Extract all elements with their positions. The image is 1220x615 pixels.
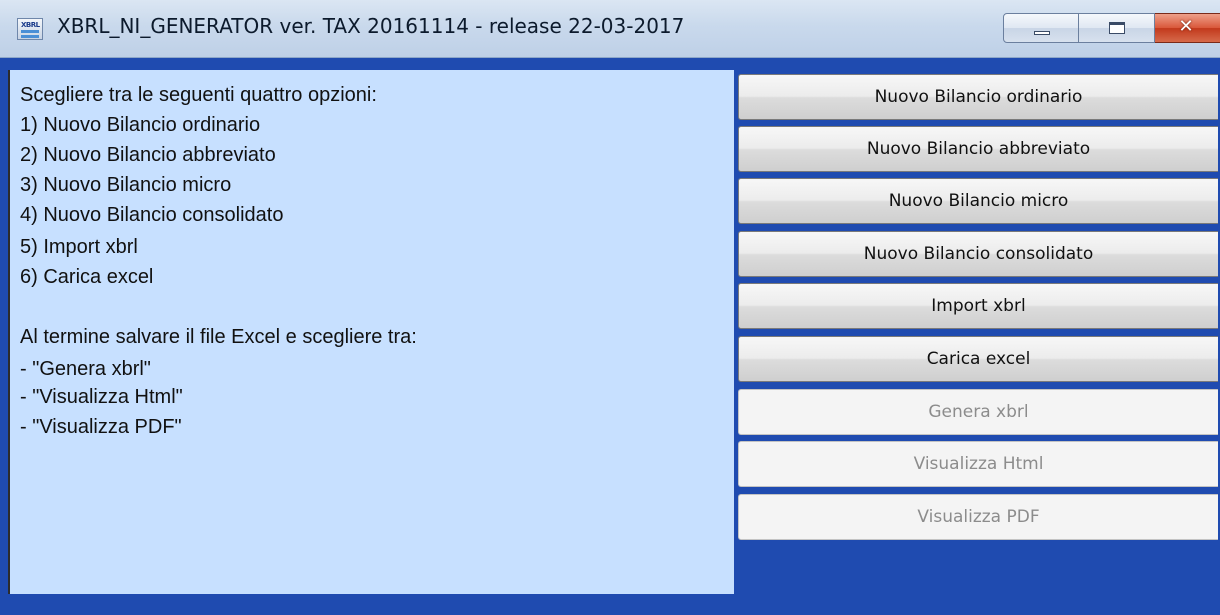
app-icon-text: XBRL [21, 21, 40, 29]
nuovo-bilancio-micro-button[interactable]: Nuovo Bilancio micro [738, 178, 1218, 224]
instructions-panel: Scegliere tra le seguenti quattro opzion… [8, 70, 734, 594]
visualizza-html-button[interactable]: Visualizza Html [738, 441, 1218, 487]
title-bar[interactable]: XBRL XBRL_NI_GENERATOR ver. TAX 20161114… [0, 0, 1220, 58]
import-xbrl-button[interactable]: Import xbrl [738, 283, 1218, 329]
instruction-final-option: - "Genera xbrl" [20, 358, 151, 380]
visualizza-pdf-button[interactable]: Visualizza PDF [738, 494, 1218, 540]
maximize-button[interactable] [1079, 13, 1155, 43]
carica-excel-button[interactable]: Carica excel [738, 336, 1218, 382]
close-icon: ✕ [1178, 16, 1194, 37]
instructions-subheading: Al termine salvare il file Excel e scegl… [20, 326, 417, 348]
app-window: XBRL XBRL_NI_GENERATOR ver. TAX 20161114… [0, 0, 1220, 615]
window-title: XBRL_NI_GENERATOR ver. TAX 20161114 - re… [57, 14, 685, 38]
instruction-option: 3) Nuovo Bilancio micro [20, 174, 232, 196]
nuovo-bilancio-consolidato-button[interactable]: Nuovo Bilancio consolidato [738, 231, 1218, 277]
app-icon-bar [21, 35, 39, 38]
instruction-option: 4) Nuovo Bilancio consolidato [20, 204, 284, 226]
instruction-final-option: - "Visualizza PDF" [20, 416, 182, 438]
instruction-option: 5) Import xbrl [20, 236, 138, 258]
minimize-button[interactable] [1003, 13, 1079, 43]
instruction-option: 6) Carica excel [20, 266, 154, 288]
maximize-icon [1109, 22, 1125, 34]
nuovo-bilancio-abbreviato-button[interactable]: Nuovo Bilancio abbreviato [738, 126, 1218, 172]
instruction-option: 1) Nuovo Bilancio ordinario [20, 114, 261, 136]
app-icon-bar [21, 30, 39, 33]
nuovo-bilancio-ordinario-button[interactable]: Nuovo Bilancio ordinario [738, 74, 1218, 120]
xbrl-app-icon[interactable]: XBRL [17, 18, 43, 40]
close-button[interactable]: ✕ [1155, 13, 1220, 43]
instruction-final-option: - "Visualizza Html" [20, 386, 183, 408]
instruction-option: 2) Nuovo Bilancio abbreviato [20, 144, 276, 166]
minimize-icon [1034, 31, 1050, 35]
genera-xbrl-button[interactable]: Genera xbrl [738, 389, 1218, 435]
instructions-heading: Scegliere tra le seguenti quattro opzion… [20, 84, 377, 106]
